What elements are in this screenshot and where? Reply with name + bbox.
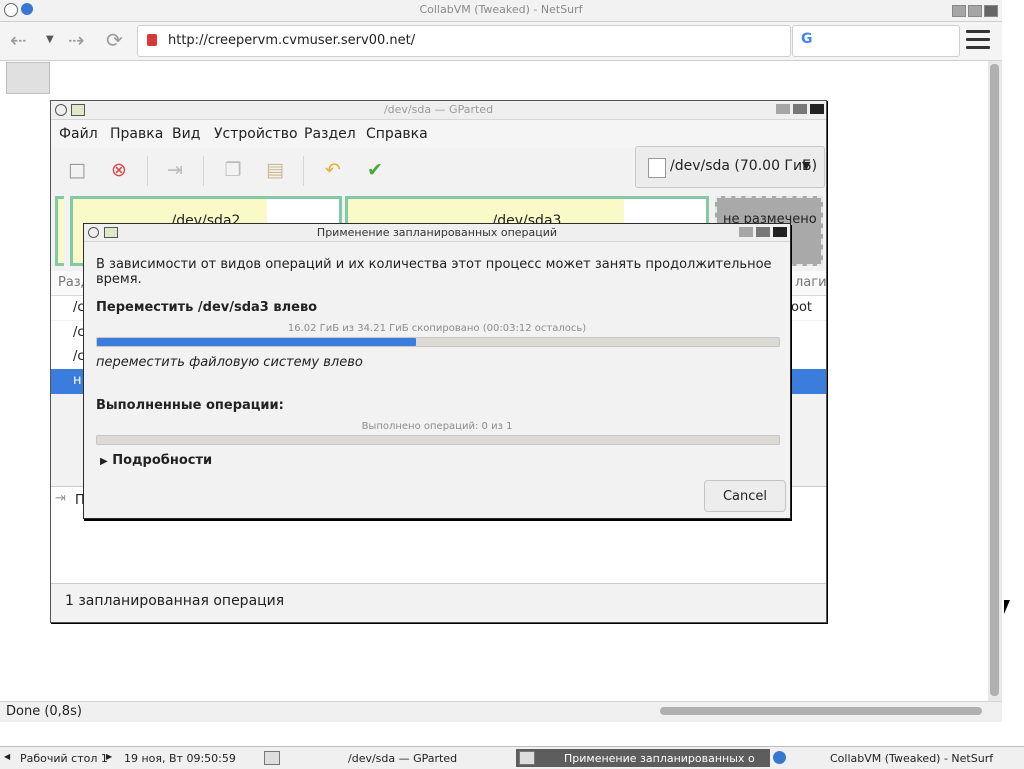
completed-operations-text: Выполнено операций: 0 из 1 [361, 421, 513, 432]
gparted-app-icon [264, 751, 280, 765]
details-expander[interactable]: ▶ Подробности [100, 453, 212, 468]
apply-operations-dialog: Применение запланированных операций В за… [83, 223, 791, 519]
gparted-app-icon [519, 751, 535, 765]
task-gparted[interactable]: /dev/sda — GParted [348, 752, 457, 765]
operation-progress-bar [96, 337, 780, 347]
toolbar-separator [147, 156, 148, 186]
menu-partition[interactable]: Раздел [304, 126, 356, 142]
workspace-next-icon[interactable]: ▶ [106, 752, 112, 761]
mouse-cursor-icon [1004, 600, 1010, 614]
browser-toolbar: ⇠ ▼ ⇢ ⟳ http://creepervm.cvmuser.serv00.… [0, 22, 1002, 61]
gparted-titlebar: /dev/sda — GParted [51, 101, 826, 120]
drive-icon [648, 158, 666, 178]
hamburger-menu-icon[interactable] [966, 30, 990, 50]
close-button[interactable] [773, 227, 787, 237]
dialog-intro-text: В зависимости от видов операций и их кол… [96, 257, 772, 287]
status-text: Done (0,8s) [6, 704, 82, 719]
taskbar: ◀ Рабочий стол 1 ▶ 19 ноя, Вт 09:50:59 /… [0, 746, 1024, 769]
menu-file[interactable]: Файл [59, 126, 98, 142]
device-select[interactable]: /dev/sda (70.00 ГиБ) ▼ [635, 146, 825, 188]
operation-progress-text: 16.02 ГиБ из 34.21 ГиБ скопировано (00:0… [287, 323, 587, 334]
copy-icon[interactable]: ❐ [221, 158, 245, 182]
vertical-scrollbar-thumb[interactable] [990, 64, 999, 696]
menu-help[interactable]: Справка [366, 126, 428, 142]
close-button[interactable] [984, 5, 998, 17]
maximize-button[interactable] [756, 227, 770, 237]
back-icon[interactable]: ⇠ [10, 28, 27, 52]
menu-edit[interactable]: Правка [110, 126, 163, 142]
url-bar[interactable]: http://creepervm.cvmuser.serv00.net/ [137, 25, 791, 57]
close-button[interactable] [810, 104, 824, 114]
workspace-label[interactable]: Рабочий стол 1 [20, 752, 108, 765]
resize-move-icon[interactable]: ⇥ [163, 158, 187, 182]
menu-view[interactable]: Вид [172, 126, 200, 142]
dialog-titlebar: Применение запланированных операций [84, 224, 790, 242]
resize-move-icon: ⇥ [55, 491, 66, 506]
flags-cell: oot [791, 300, 813, 315]
vertical-scrollbar[interactable] [988, 61, 1002, 701]
completed-progress-bar [96, 435, 780, 445]
completed-operations-title: Выполненные операции: [96, 398, 284, 413]
task-browser[interactable]: CollabVM (Tweaked) - NetSurf [830, 752, 993, 765]
undo-icon[interactable]: ↶ [321, 158, 345, 182]
dialog-title: Применение запланированных операций [316, 226, 558, 239]
workspace-prev-icon[interactable]: ◀ [4, 752, 10, 761]
google-icon: G [801, 31, 813, 47]
forward-icon[interactable]: ⇢ [68, 28, 85, 52]
partition-graph-left-edge [55, 196, 64, 266]
horizontal-scrollbar-thumb[interactable] [660, 707, 982, 715]
menu-device[interactable]: Устройство [214, 126, 298, 142]
minimize-button[interactable] [776, 104, 790, 114]
url-text[interactable]: http://creepervm.cvmuser.serv00.net/ [168, 33, 415, 48]
cancel-button[interactable]: Cancel [704, 480, 786, 512]
gparted-status: 1 запланированная операция [65, 593, 285, 609]
page-button[interactable] [6, 62, 50, 94]
chevron-down-icon: ▼ [802, 159, 811, 172]
maximize-button[interactable] [968, 5, 982, 17]
browser-window-title: CollabVM (Tweaked) - NetSurf [419, 3, 583, 16]
search-input[interactable]: G [792, 25, 960, 57]
toolbar-separator [203, 156, 204, 186]
browser-titlebar: CollabVM (Tweaked) - NetSurf [0, 0, 1002, 22]
history-dropdown-icon[interactable]: ▼ [46, 34, 54, 45]
operation-progress-fill [97, 338, 417, 346]
expander-arrow-icon: ▶ [100, 456, 108, 467]
operation-step-text: переместить файловую систему влево [96, 355, 363, 370]
task-dialog-active[interactable]: Применение запланированных о [516, 749, 770, 767]
device-select-label[interactable]: /dev/sda (70.00 ГиБ) [670, 158, 817, 174]
clock: 19 ноя, Вт 09:50:59 [124, 752, 236, 765]
globe-icon [773, 751, 786, 764]
partition-cell: н [73, 373, 82, 388]
browser-statusbar: Done (0,8s) [0, 701, 1002, 722]
lock-icon [147, 34, 157, 46]
details-label: Подробности [112, 453, 213, 468]
gparted-title: /dev/sda — GParted [383, 103, 494, 116]
new-partition-icon[interactable]: □ [65, 158, 89, 182]
current-operation-title: Переместить /dev/sda3 влево [96, 300, 318, 315]
minimize-button[interactable] [739, 227, 753, 237]
minimize-button[interactable] [952, 5, 966, 17]
toolbar-separator [303, 156, 304, 186]
apply-icon[interactable]: ✔ [363, 158, 387, 182]
maximize-button[interactable] [793, 104, 807, 114]
delete-icon[interactable]: ⊗ [107, 158, 131, 182]
paste-icon[interactable]: ▤ [263, 158, 287, 182]
column-flags-header[interactable]: лаги [795, 275, 827, 290]
reload-icon[interactable]: ⟳ [106, 28, 123, 52]
task-dialog-label: Применение запланированных о [564, 752, 755, 765]
gparted-menubar: Файл Правка Вид Устройство Раздел Справк… [51, 120, 826, 148]
